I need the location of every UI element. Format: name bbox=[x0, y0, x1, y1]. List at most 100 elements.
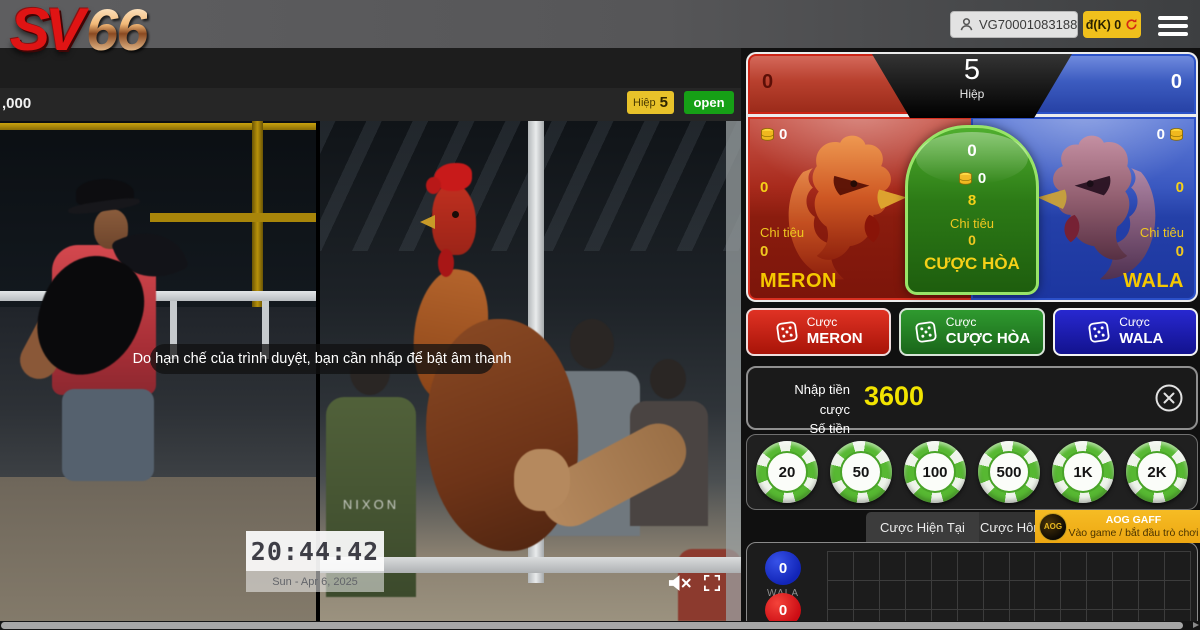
refresh-icon[interactable] bbox=[1125, 18, 1138, 31]
coin-icon bbox=[958, 172, 973, 185]
handler-shorts bbox=[62, 389, 154, 481]
wala-name: WALA bbox=[1123, 270, 1184, 293]
wala-score: 0 bbox=[1171, 71, 1182, 94]
rooster-wattle bbox=[438, 249, 454, 277]
draw-odds: 8 bbox=[968, 192, 976, 209]
bet-button-target: CƯỢC HÒA bbox=[946, 330, 1030, 347]
history-cell bbox=[984, 581, 1010, 610]
mute-icon[interactable] bbox=[668, 574, 691, 592]
window-frame-right bbox=[726, 121, 741, 621]
balance-button[interactable]: đ(K) 0 bbox=[1083, 11, 1141, 38]
history-cell bbox=[1061, 581, 1087, 610]
rooster-beak bbox=[420, 215, 435, 229]
promo-banner[interactable]: AOG AOG GAFF Vào game / bắt đầu trò chơi bbox=[1035, 510, 1200, 543]
shirt-brand-text: NIXON bbox=[343, 497, 399, 512]
bet-button-label: Cược bbox=[807, 316, 863, 330]
history-cell bbox=[1165, 552, 1191, 581]
user-account-button[interactable]: VG70001083188 bbox=[950, 11, 1078, 38]
history-cell bbox=[932, 581, 958, 610]
history-cell bbox=[984, 552, 1010, 581]
video-controls bbox=[668, 574, 720, 592]
clear-amount-icon[interactable] bbox=[1154, 383, 1184, 413]
balance-label: đ(K) 0 bbox=[1086, 18, 1121, 32]
chip-2k[interactable]: 2K bbox=[1126, 441, 1188, 503]
draw-pool-panel[interactable]: 0 0 8 Chi tiêu 0 CƯỢC HÒA bbox=[905, 125, 1039, 295]
wala-odds: 0 bbox=[1176, 179, 1184, 196]
draw-bet-count: 0 bbox=[978, 170, 986, 187]
fullscreen-icon[interactable] bbox=[704, 575, 720, 591]
history-cell bbox=[1113, 552, 1139, 581]
history-cell bbox=[906, 581, 932, 610]
chip-selector: 20 50 100 500 1K 2K bbox=[746, 434, 1198, 510]
stream-date: Sun - Apr 6, 2025 bbox=[246, 571, 384, 592]
chip-20[interactable]: 20 bbox=[756, 441, 818, 503]
history-cell bbox=[1139, 581, 1165, 610]
bet-meron-button[interactable]: CượcMERON bbox=[746, 308, 891, 356]
round-number: 5 bbox=[872, 54, 1072, 87]
wala-rooster-icon bbox=[1028, 133, 1166, 289]
chip-100[interactable]: 100 bbox=[904, 441, 966, 503]
stream-clock: 20:44:42 bbox=[246, 531, 384, 571]
history-cell bbox=[880, 552, 906, 581]
bet-amount-value[interactable]: 3600 bbox=[864, 381, 924, 412]
bet-pools: 0 0 Chi tiêu 0 MERON bbox=[748, 117, 1196, 300]
scrollbar-arrow-icon[interactable] bbox=[1193, 622, 1199, 628]
coin-icon bbox=[760, 128, 775, 141]
draw-name: CƯỢC HÒA bbox=[924, 254, 1020, 274]
round-badge: Hiệp 5 bbox=[627, 91, 674, 114]
history-cell bbox=[854, 552, 880, 581]
bet-amount-input[interactable]: Nhập tiền cược Số tiền 3600 bbox=[746, 366, 1198, 430]
match-board: 0 0 5 Hiệp bbox=[746, 52, 1198, 302]
spectator-head bbox=[650, 359, 686, 399]
round-badge-label: Hiệp bbox=[633, 97, 656, 109]
tab-current-bets[interactable]: Cược Hiện Tại bbox=[866, 512, 979, 542]
history-cell bbox=[1165, 581, 1191, 610]
user-icon bbox=[959, 17, 974, 32]
history-cell bbox=[1061, 552, 1087, 581]
chip-50[interactable]: 50 bbox=[830, 441, 892, 503]
audio-permission-toast[interactable]: Do hạn chế của trình duyệt, bạn cần nhấp… bbox=[150, 344, 494, 374]
bet-amount-label: Nhập tiền cược Số tiền bbox=[762, 380, 850, 439]
history-cell bbox=[1035, 552, 1061, 581]
live-video-player[interactable]: NIXON Do hạn chế của trình duyệt, bạn cầ… bbox=[0, 121, 741, 621]
history-cell bbox=[1010, 552, 1036, 581]
meron-name: MERON bbox=[760, 270, 837, 293]
round-label: Hiệp bbox=[872, 87, 1072, 101]
wala-history-count: 0 bbox=[765, 551, 801, 585]
promo-title: AOG GAFF bbox=[1067, 514, 1200, 527]
bet-button-label: Cược bbox=[1119, 316, 1163, 330]
bet-button-target: MERON bbox=[807, 330, 863, 347]
chip-1k[interactable]: 1K bbox=[1052, 441, 1114, 503]
bet-button-label: Cược bbox=[946, 316, 1030, 330]
history-cell bbox=[958, 581, 984, 610]
history-cell bbox=[854, 581, 880, 610]
menu-icon[interactable] bbox=[1158, 16, 1188, 40]
status-badge: open bbox=[684, 91, 734, 114]
aog-gaff-logo-icon: AOG bbox=[1039, 513, 1067, 541]
history-cell bbox=[828, 581, 854, 610]
user-id-label: VG70001083188 bbox=[979, 17, 1077, 32]
history-cell bbox=[1113, 581, 1139, 610]
history-cell bbox=[1139, 552, 1165, 581]
betting-app: SV66 VG70001083188 đ(K) 0 ,000 Hiệp 5 op… bbox=[0, 0, 1200, 630]
spectator-head bbox=[570, 319, 614, 369]
cage-bar-lower bbox=[150, 213, 316, 222]
bet-history-board: 0 WALA 0 MERON bbox=[746, 542, 1198, 630]
meron-rooster-icon bbox=[778, 133, 916, 289]
meron-spend-value: 0 bbox=[760, 243, 768, 260]
brand-logo[interactable]: SV66 bbox=[10, 0, 147, 60]
rooster-eye bbox=[452, 211, 459, 218]
chip-500[interactable]: 500 bbox=[978, 441, 1040, 503]
bet-draw-button[interactable]: CượcCƯỢC HÒA bbox=[899, 308, 1044, 356]
bet-button-target: WALA bbox=[1119, 330, 1163, 347]
meron-spend-label: Chi tiêu bbox=[760, 225, 804, 240]
bet-button-row: CượcMERON CượcCƯỢC HÒA CượcWALA bbox=[746, 308, 1198, 356]
wala-spend-label: Chi tiêu bbox=[1140, 225, 1184, 240]
brand-logo-sv: SV bbox=[10, 0, 80, 63]
bet-wala-button[interactable]: CượcWALA bbox=[1053, 308, 1198, 356]
cage-bar bbox=[0, 123, 316, 130]
meron-score: 0 bbox=[762, 71, 773, 94]
history-cell bbox=[1010, 581, 1036, 610]
history-cell bbox=[958, 552, 984, 581]
scrollbar-thumb[interactable] bbox=[1, 622, 1183, 629]
